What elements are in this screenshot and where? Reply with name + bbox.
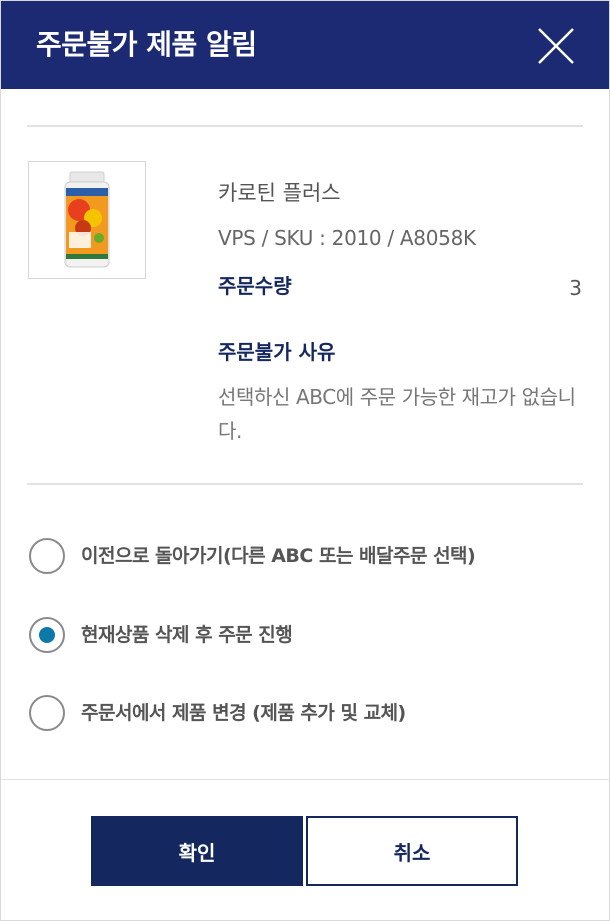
option-remove-and-continue[interactable]: 현재상품 삭제 후 주문 진행 [29, 615, 589, 655]
dialog-header: 주문불가 제품 알림 [1, 1, 609, 89]
option-label: 현재상품 삭제 후 주문 진행 [81, 624, 293, 646]
unavailable-product-dialog: 주문불가 제품 알림 카로틴 플러스 VPS / SKU : 2010 / A8… [0, 0, 610, 921]
footer-divider [1, 779, 609, 780]
close-icon[interactable] [536, 26, 576, 66]
confirm-button[interactable]: 확인 [91, 816, 303, 886]
quantity-label: 주문수량 [218, 274, 292, 298]
radio-button[interactable] [29, 695, 65, 731]
product-image [28, 161, 146, 279]
product-sku: VPS / SKU : 2010 / A8058K [218, 226, 476, 250]
supplement-bottle-image [64, 171, 110, 268]
radio-button[interactable] [29, 538, 65, 574]
option-label: 이전으로 돌아가기(다른 ABC 또는 배달주문 선택) [81, 545, 476, 567]
radio-dot [39, 627, 55, 643]
cancel-button[interactable]: 취소 [306, 816, 518, 886]
reason-text: 선택하신 ABC에 주문 가능한 재고가 없습니다. [218, 385, 576, 443]
option-go-back[interactable]: 이전으로 돌아가기(다른 ABC 또는 배달주문 선택) [29, 536, 589, 576]
middle-divider [27, 483, 583, 485]
product-name: 카로틴 플러스 [218, 181, 341, 205]
reason-label: 주문불가 사유 [218, 340, 336, 364]
quantity-value: 3 [569, 276, 582, 300]
top-divider [27, 125, 583, 127]
dialog-title: 주문불가 제품 알림 [36, 28, 257, 61]
radio-button-selected[interactable] [29, 617, 65, 653]
option-change-product[interactable]: 주문서에서 제품 변경 (제품 추가 및 교체) [29, 693, 589, 733]
option-label: 주문서에서 제품 변경 (제품 추가 및 교체) [81, 702, 406, 724]
